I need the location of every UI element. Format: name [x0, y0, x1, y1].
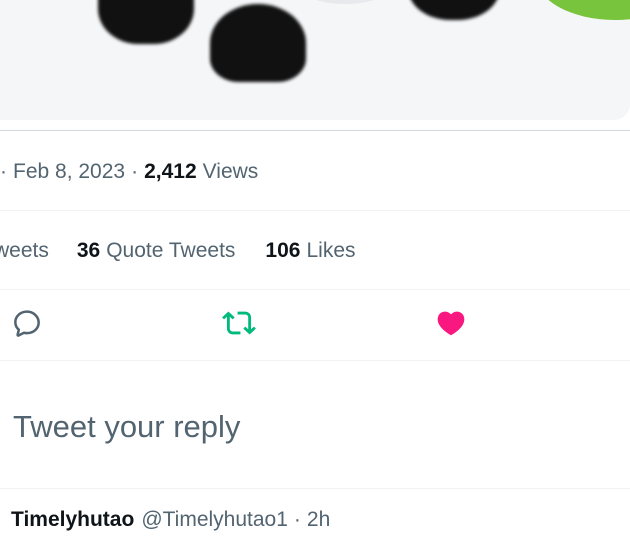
reply-input[interactable]: [13, 404, 613, 450]
quote-tweets-stat[interactable]: 36 Quote Tweets: [77, 239, 236, 263]
meta-separator: ·: [293, 508, 301, 531]
tweet-time[interactable]: 2h: [307, 508, 330, 532]
divider: [0, 210, 630, 211]
next-tweet-header: Timelyhutao @Timelyhutao1 · 2h: [11, 508, 330, 532]
retweets-stat[interactable]: weets: [0, 239, 49, 263]
tweet-stats: weets 36 Quote Tweets 106 Likes: [0, 234, 630, 268]
reply-button[interactable]: [10, 306, 44, 340]
reply-icon: [14, 310, 40, 337]
like-button[interactable]: [434, 306, 468, 340]
user-handle[interactable]: @Timelyhutao1: [141, 508, 288, 532]
likes-count: 106: [265, 239, 301, 262]
tweet-media-image[interactable]: [0, 0, 630, 120]
meta-separator: ·: [0, 160, 7, 183]
divider: [0, 488, 630, 489]
tweet-meta: · Feb 8, 2023 · 2,412 Views: [0, 155, 630, 189]
media-shape: [98, 0, 194, 44]
views-count: 2,412: [144, 160, 197, 183]
media-shape: [300, 0, 390, 4]
heart-icon: [437, 311, 465, 336]
tweet-actions: [0, 300, 630, 350]
likes-label: Likes: [306, 239, 356, 262]
tweet-date[interactable]: Feb 8, 2023: [13, 160, 125, 184]
views-label: Views: [202, 160, 259, 183]
media-shape: [210, 4, 306, 82]
likes-stat[interactable]: 106 Likes: [265, 239, 355, 263]
quote-tweets-count: 36: [76, 239, 101, 262]
retweets-label: weets: [0, 239, 49, 262]
divider: [0, 360, 630, 361]
user-display-name[interactable]: Timelyhutao: [11, 508, 134, 532]
divider: [0, 289, 630, 290]
media-shape: [408, 0, 500, 20]
quote-tweets-label: Quote Tweets: [106, 239, 236, 262]
media-shape: [535, 0, 630, 20]
divider: [0, 130, 630, 131]
retweet-icon: [222, 311, 256, 335]
retweet-button[interactable]: [222, 306, 256, 340]
meta-separator: ·: [131, 160, 139, 183]
